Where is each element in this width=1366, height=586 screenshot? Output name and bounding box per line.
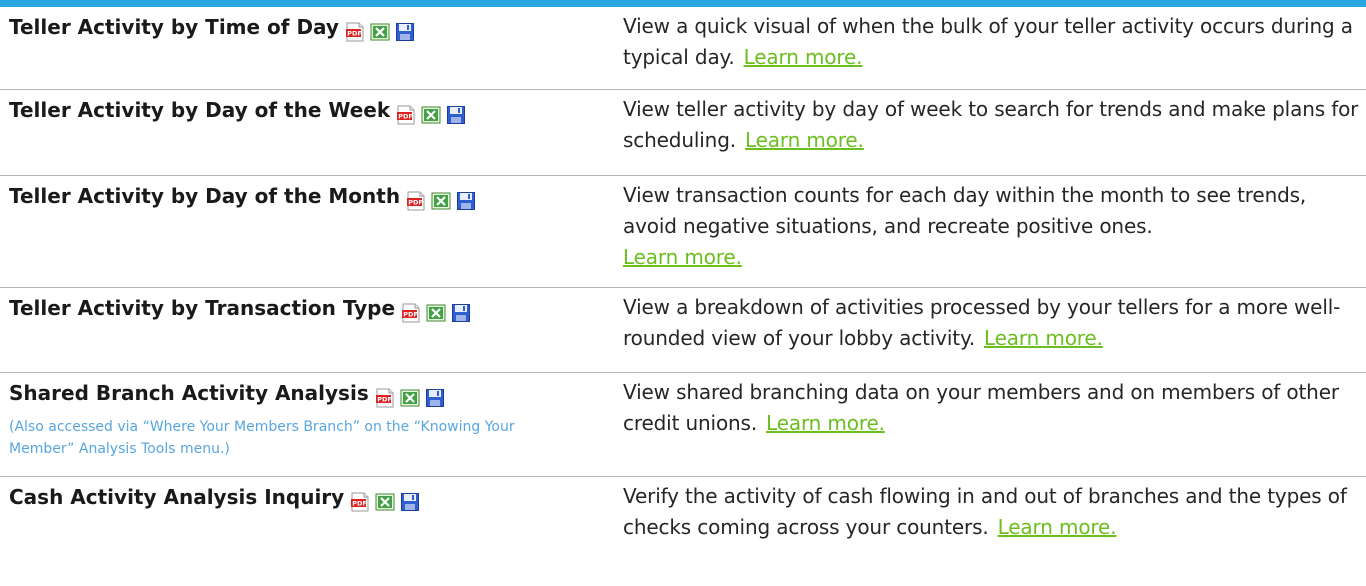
report-description-cell: View shared branching data on your membe… [610,373,1366,477]
table-row: Cash Activity Analysis Inquiry PDF Verify… [0,477,1366,586]
table-row: Teller Activity by Transaction Type PDF V… [0,288,1366,373]
report-title: Cash Activity Analysis Inquiry [9,485,344,509]
table-row: Teller Activity by Day of the Month PDF V… [0,176,1366,288]
report-name-cell: Teller Activity by Day of the Week PDF [0,90,610,176]
learn-more-link[interactable]: Learn more. [766,411,885,435]
report-description-cell: View teller activity by day of week to s… [610,90,1366,176]
pdf-icon[interactable]: PDF [345,22,365,42]
pdf-icon[interactable]: PDF [401,303,421,323]
learn-more-link[interactable]: Learn more. [744,45,863,69]
save-icon[interactable] [451,303,471,323]
report-name-cell: Teller Activity by Time of Day PDF [0,7,610,90]
excel-icon[interactable] [370,22,390,42]
report-title: Teller Activity by Transaction Type [9,296,395,320]
learn-more-link[interactable]: Learn more. [745,128,864,152]
svg-text:PDF: PDF [403,310,418,318]
download-icons: PDF [345,16,420,44]
report-note: (Also accessed via “Where Your Members B… [9,416,569,460]
save-icon[interactable] [425,388,445,408]
learn-more-link[interactable]: Learn more. [623,245,742,269]
report-description-cell: View a breakdown of activities processed… [610,288,1366,373]
report-description-cell: View transaction counts for each day wit… [610,176,1366,288]
table-row: Teller Activity by Day of the Week PDF Vi… [0,90,1366,176]
table-row: Shared Branch Activity Analysis PDF (Also… [0,373,1366,477]
report-name-cell: Shared Branch Activity Analysis PDF (Also… [0,373,610,477]
excel-icon[interactable] [421,105,441,125]
save-icon[interactable] [446,105,466,125]
save-icon[interactable] [395,22,415,42]
report-table: Teller Activity by Time of Day PDF View a… [0,7,1366,586]
svg-text:PDF: PDF [398,112,413,120]
report-description: View a quick visual of when the bulk of … [623,14,1353,69]
report-name-cell: Teller Activity by Day of the Month PDF [0,176,610,288]
svg-text:PDF: PDF [347,29,362,37]
save-icon[interactable] [400,492,420,512]
pdf-icon[interactable]: PDF [396,105,416,125]
report-title: Teller Activity by Time of Day [9,15,339,39]
svg-text:PDF: PDF [352,499,367,507]
excel-icon[interactable] [426,303,446,323]
download-icons: PDF [396,99,471,127]
svg-text:PDF: PDF [377,395,392,403]
report-title: Teller Activity by Day of the Week [9,98,390,122]
pdf-icon[interactable]: PDF [350,492,370,512]
download-icons: PDF [406,185,481,213]
report-name-cell: Cash Activity Analysis Inquiry PDF [0,477,610,586]
report-title: Shared Branch Activity Analysis [9,381,369,405]
download-icons: PDF [350,486,425,514]
report-description-cell: Verify the activity of cash flowing in a… [610,477,1366,586]
download-icons: PDF [401,297,476,325]
report-description: View shared branching data on your membe… [623,380,1339,435]
svg-text:PDF: PDF [408,198,423,206]
top-accent-bar [0,0,1366,7]
learn-more-link[interactable]: Learn more. [984,326,1103,350]
report-description: Verify the activity of cash flowing in a… [623,484,1347,539]
excel-icon[interactable] [400,388,420,408]
save-icon[interactable] [456,191,476,211]
pdf-icon[interactable]: PDF [406,191,426,211]
report-name-cell: Teller Activity by Transaction Type PDF [0,288,610,373]
report-description-cell: View a quick visual of when the bulk of … [610,7,1366,90]
excel-icon[interactable] [431,191,451,211]
pdf-icon[interactable]: PDF [375,388,395,408]
learn-more-link[interactable]: Learn more. [998,515,1117,539]
report-description: View teller activity by day of week to s… [623,97,1358,152]
report-title: Teller Activity by Day of the Month [9,184,400,208]
excel-icon[interactable] [375,492,395,512]
report-description: View a breakdown of activities processed… [623,295,1340,350]
report-description: View transaction counts for each day wit… [623,183,1306,238]
download-icons: PDF [375,382,450,410]
table-row: Teller Activity by Time of Day PDF View a… [0,7,1366,90]
